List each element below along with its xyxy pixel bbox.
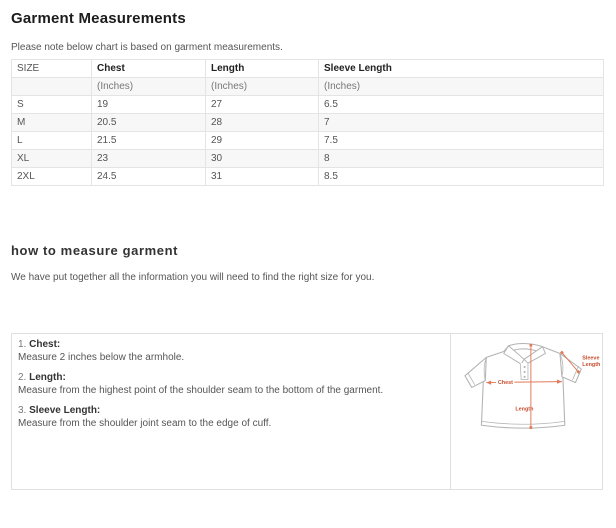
measure-step-sleeve-length: 3. Sleeve Length: Measure from the shoul… — [18, 404, 442, 430]
size-guide-page: Garment Measurements Please note below c… — [0, 0, 616, 490]
table-cell: 7.5 — [319, 132, 604, 150]
step-label: Sleeve Length: — [29, 405, 100, 416]
sleeve-length-label-line2: Length — [582, 362, 600, 368]
table-cell: 7 — [319, 114, 604, 132]
table-cell: 20.5 — [92, 114, 206, 132]
table-cell — [12, 78, 92, 96]
table-row: M 20.5 28 7 — [12, 114, 604, 132]
col-header-sleeve-length: Sleeve Length — [319, 60, 604, 78]
shirt-placket — [520, 363, 528, 379]
measure-section-description: We have put together all the information… — [11, 272, 603, 283]
table-cell: 23 — [92, 150, 206, 168]
size-chart-table: SIZE Chest Length Sleeve Length (Inches)… — [11, 59, 604, 186]
table-header-row: SIZE Chest Length Sleeve Length — [12, 60, 604, 78]
table-row: S 19 27 6.5 — [12, 96, 604, 114]
step-number: 1. — [18, 339, 26, 350]
col-header-length: Length — [206, 60, 319, 78]
shirt-outline — [464, 344, 580, 428]
col-header-chest: Chest — [92, 60, 206, 78]
polo-shirt-measurement-diagram: Chest Length Sleeve Length — [453, 337, 601, 433]
table-cell: 19 — [92, 96, 206, 114]
table-cell: 31 — [206, 168, 319, 186]
step-label: Length: — [29, 372, 66, 383]
table-cell: L — [12, 132, 92, 150]
step-text: Measure from the shoulder joint seam to … — [18, 417, 442, 430]
measure-step-chest: 1. Chest: Measure 2 inches below the arm… — [18, 338, 442, 364]
table-cell: XL — [12, 150, 92, 168]
step-text: Measure 2 inches below the armhole. — [18, 351, 442, 364]
step-text: Measure from the highest point of the sh… — [18, 384, 442, 397]
table-cell: 30 — [206, 150, 319, 168]
table-row: L 21.5 29 7.5 — [12, 132, 604, 150]
col-header-size: SIZE — [12, 60, 92, 78]
length-label: Length — [515, 407, 533, 413]
table-cell: 27 — [206, 96, 319, 114]
table-cell: (Inches) — [319, 78, 604, 96]
table-row: XL 23 30 8 — [12, 150, 604, 168]
table-cell: (Inches) — [92, 78, 206, 96]
table-cell: S — [12, 96, 92, 114]
table-cell: 21.5 — [92, 132, 206, 150]
chest-label: Chest — [497, 380, 512, 386]
table-units-row: (Inches) (Inches) (Inches) — [12, 78, 604, 96]
table-cell: 8.5 — [319, 168, 604, 186]
table-cell: 6.5 — [319, 96, 604, 114]
measure-instructions-box: 1. Chest: Measure 2 inches below the arm… — [11, 333, 603, 490]
table-cell: 2XL — [12, 168, 92, 186]
step-label: Chest: — [29, 339, 60, 350]
measure-steps: 1. Chest: Measure 2 inches below the arm… — [12, 334, 450, 489]
step-number: 3. — [18, 405, 26, 416]
chart-note: Please note below chart is based on garm… — [11, 42, 603, 53]
table-row: 2XL 24.5 31 8.5 — [12, 168, 604, 186]
sleeve-length-label-line1: Sleeve — [582, 355, 599, 361]
table-cell: 24.5 — [92, 168, 206, 186]
table-cell: 29 — [206, 132, 319, 150]
page-title: Garment Measurements — [11, 10, 603, 27]
table-cell: 28 — [206, 114, 319, 132]
step-number: 2. — [18, 372, 26, 383]
measure-step-length: 2. Length: Measure from the highest poin… — [18, 371, 442, 397]
measure-section-heading: how to measure garment — [11, 243, 603, 258]
shirt-diagram-panel: Chest Length Sleeve Length — [450, 334, 602, 489]
table-cell: M — [12, 114, 92, 132]
table-cell: 8 — [319, 150, 604, 168]
table-cell: (Inches) — [206, 78, 319, 96]
